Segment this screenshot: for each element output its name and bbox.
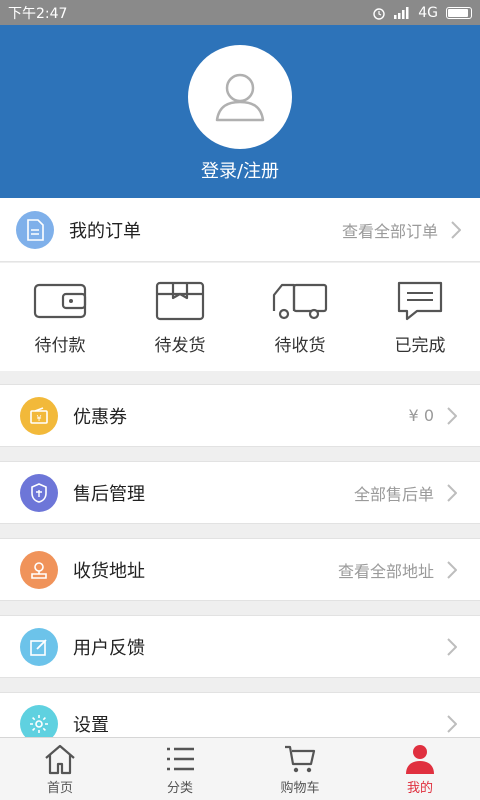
chevron-right-icon — [444, 637, 460, 657]
nav-profile[interactable]: 我的 — [360, 738, 480, 800]
wallet-icon — [33, 283, 87, 319]
nav-label: 分类 — [166, 781, 193, 796]
order-status-label: 已完成 — [394, 336, 446, 356]
address-row[interactable]: 收货地址 查看全部地址 — [0, 538, 480, 601]
feedback-row[interactable]: 用户反馈 — [0, 615, 480, 678]
order-status-label: 待发货 — [154, 336, 206, 356]
status-bar: 下午2:47 4G — [0, 0, 480, 25]
order-status-label: 待付款 — [34, 336, 86, 356]
bottom-nav: 首页 分类 购物车 我的 — [0, 737, 480, 800]
chevron-right-icon — [444, 406, 460, 426]
after-sales-title: 售后管理 — [73, 483, 145, 505]
battery-icon — [446, 6, 472, 19]
status-time: 下午2:47 — [8, 5, 68, 22]
address-link: 查看全部地址 — [337, 561, 434, 581]
my-orders-title: 我的订单 — [69, 220, 141, 242]
view-all-orders-link[interactable]: 查看全部订单 — [342, 218, 438, 242]
login-register-link[interactable]: 登录/注册 — [0, 157, 480, 183]
my-orders-row[interactable]: 我的订单 查看全部订单 — [0, 198, 480, 262]
cart-icon — [285, 745, 316, 773]
user-icon — [215, 73, 265, 122]
order-icon — [16, 210, 54, 249]
nav-cart[interactable]: 购物车 — [240, 738, 360, 800]
package-icon — [155, 281, 205, 321]
order-status-grid: 待付款 待发货 待收货 已完成 — [0, 263, 480, 371]
nav-label: 我的 — [406, 781, 433, 796]
chevron-right-icon — [444, 483, 460, 503]
list-icon — [167, 747, 194, 771]
coupon-icon: ¥ — [20, 396, 58, 435]
order-status-pending-shipment[interactable]: 待发货 — [120, 263, 240, 371]
order-status-completed[interactable]: 已完成 — [360, 263, 480, 371]
nav-label: 首页 — [46, 781, 73, 796]
order-status-pending-payment[interactable]: 待付款 — [0, 263, 120, 371]
svg-text:¥: ¥ — [36, 414, 41, 423]
after-sales-row[interactable]: 售后管理 全部售后单 — [0, 461, 480, 524]
status-icons: 4G — [372, 5, 472, 21]
truck-icon — [272, 283, 328, 320]
coupons-balance: ¥ 0 — [408, 406, 434, 425]
after-sales-link: 全部售后单 — [353, 484, 434, 504]
profile-icon — [406, 745, 434, 774]
edit-icon — [20, 627, 58, 666]
nav-category[interactable]: 分类 — [120, 738, 240, 800]
location-icon — [20, 550, 58, 589]
nav-label: 购物车 — [280, 781, 320, 796]
coupons-row[interactable]: ¥ 优惠券 ¥ 0 — [0, 384, 480, 447]
profile-header: 登录/注册 — [0, 25, 480, 198]
coupons-title: 优惠券 — [73, 406, 127, 428]
order-status-pending-receipt[interactable]: 待收货 — [240, 263, 360, 371]
nav-home[interactable]: 首页 — [0, 738, 120, 800]
message-icon — [397, 281, 443, 321]
chevron-right-icon — [448, 220, 464, 240]
address-title: 收货地址 — [73, 560, 145, 582]
avatar[interactable] — [188, 45, 292, 149]
feedback-title: 用户反馈 — [73, 637, 145, 659]
network-type: 4G — [418, 4, 438, 21]
shield-icon — [20, 473, 58, 512]
alarm-icon — [373, 7, 385, 20]
home-icon — [45, 744, 75, 775]
chevron-right-icon — [444, 714, 460, 734]
order-status-label: 待收货 — [274, 336, 326, 356]
chevron-right-icon — [444, 560, 460, 580]
settings-title: 设置 — [73, 714, 109, 736]
signal-icon — [394, 6, 409, 19]
